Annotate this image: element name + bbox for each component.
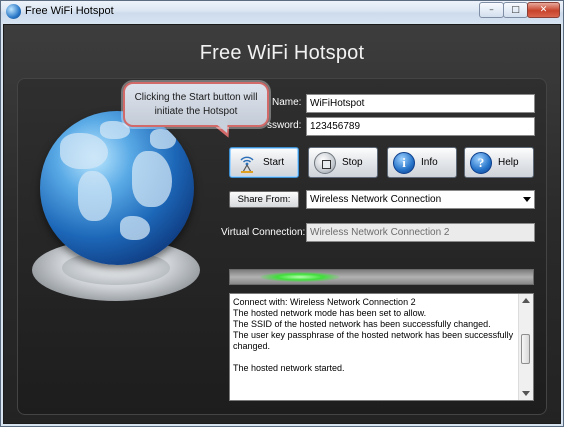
start-tooltip: Clicking the Start button will initiate …	[123, 82, 269, 127]
help-label: Help	[498, 157, 519, 168]
share-from-button[interactable]: Share From:	[229, 191, 299, 208]
maximize-button[interactable]: □	[503, 2, 528, 18]
stop-button[interactable]: Stop	[308, 147, 378, 178]
status-progress-bar	[229, 269, 534, 285]
scroll-down-icon[interactable]	[522, 391, 530, 396]
scroll-up-icon[interactable]	[522, 298, 530, 303]
minimize-button[interactable]: –	[479, 2, 504, 18]
info-button[interactable]: i Info	[387, 147, 457, 178]
virtual-connection-field: Wireless Network Connection 2	[306, 223, 535, 242]
minimize-icon: –	[489, 5, 494, 15]
maximize-icon: □	[511, 5, 520, 15]
progress-glow	[260, 272, 340, 282]
tooltip-text: Clicking the Start button will initiate …	[134, 92, 258, 117]
log-line: The hosted network started.	[233, 363, 345, 373]
globe-icon	[6, 4, 21, 19]
app-window: Free WiFi Hotspot – □ ✕ Free WiFi Hotspo…	[0, 0, 564, 427]
info-label: Info	[421, 157, 438, 168]
start-label: Start	[263, 157, 285, 168]
name-field[interactable]: WiFiHotspot	[306, 94, 535, 113]
share-from-value: Wireless Network Connection	[310, 194, 442, 205]
title-bar[interactable]: Free WiFi Hotspot – □ ✕	[1, 1, 563, 23]
help-button[interactable]: ? Help	[464, 147, 534, 178]
log-text: Connect with: Wireless Network Connectio…	[233, 297, 518, 374]
virtual-connection-label: Virtual Connection:	[221, 227, 306, 238]
close-button[interactable]: ✕	[527, 2, 560, 18]
scroll-thumb[interactable]	[521, 334, 530, 364]
log-output[interactable]: Connect with: Wireless Network Connectio…	[229, 293, 534, 401]
log-line: The hosted network mode has been set to …	[233, 308, 427, 318]
info-icon: i	[393, 152, 415, 174]
name-label: Name:	[272, 97, 302, 108]
log-line: The user key passphrase of the hosted ne…	[233, 330, 514, 351]
help-icon: ?	[470, 152, 492, 174]
password-field[interactable]: 123456789	[306, 117, 535, 136]
globe-icon	[40, 111, 194, 265]
stop-icon	[314, 152, 336, 174]
globe-illustration	[26, 111, 206, 311]
wifi-antenna-icon	[240, 156, 254, 173]
window-title: Free WiFi Hotspot	[25, 5, 114, 17]
log-line: The SSID of the hosted network has been …	[233, 319, 491, 329]
password-label: ssword:	[267, 120, 302, 131]
close-icon: ✕	[539, 5, 548, 15]
log-line: Connect with: Wireless Network Connectio…	[233, 297, 416, 307]
start-button[interactable]: Start	[229, 147, 299, 178]
log-scrollbar[interactable]	[518, 294, 533, 400]
share-from-dropdown[interactable]: Wireless Network Connection	[306, 190, 535, 209]
stop-label: Stop	[342, 157, 363, 168]
app-heading: Free WiFi Hotspot	[199, 42, 365, 64]
chevron-down-icon[interactable]	[523, 197, 531, 202]
